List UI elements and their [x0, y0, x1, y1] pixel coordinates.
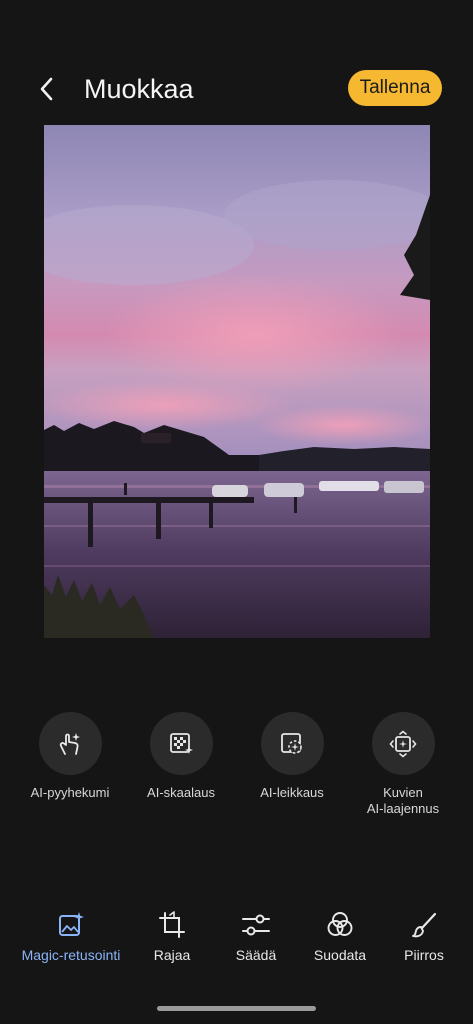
- tool-ai-expand[interactable]: Kuvien AI-laajennus: [348, 712, 458, 817]
- home-indicator[interactable]: [157, 1006, 316, 1011]
- page-title: Muokkaa: [84, 74, 194, 104]
- filter-icon: [327, 912, 353, 936]
- tool-ai-upscale-label: AI-skaalaus: [147, 785, 215, 800]
- ai-eraser-icon: [59, 732, 80, 755]
- nav-crop-icon-wrap: [157, 910, 187, 940]
- ai-tools-row: AI-pyyhekumi AI-skaalaus AI-leikkaus Kuv…: [0, 712, 473, 822]
- tool-ai-eraser-circle[interactable]: [38, 712, 102, 775]
- tool-ai-upscale[interactable]: AI-skaalaus: [126, 712, 236, 801]
- nav-adjust-icon-wrap: [241, 910, 271, 940]
- nav-crop-label: Rajaa: [153, 947, 191, 963]
- nav-magic-retouch-label: Magic-retusointi: [21, 947, 121, 963]
- tool-ai-expand-label: Kuvien AI-laajennus: [366, 785, 440, 816]
- sliders-icon: [242, 914, 270, 936]
- back-button[interactable]: [30, 72, 64, 106]
- ai-cutout-icon: [281, 732, 302, 754]
- nav-adjust-label: Säädä: [235, 947, 277, 963]
- ai-upscale-icon: [170, 732, 193, 754]
- tool-ai-upscale-circle[interactable]: [149, 712, 213, 775]
- top-bar: Muokkaa Tallenna: [0, 60, 473, 118]
- bottom-nav: Magic-retusointi Rajaa Säädä Suodata Pii…: [0, 910, 473, 970]
- nav-draw-icon-wrap: [409, 910, 439, 940]
- nav-filter-icon-wrap: [325, 910, 355, 940]
- nav-magic-retouch-icon-wrap: [56, 910, 86, 940]
- tool-ai-cutout-label: AI-leikkaus: [260, 785, 324, 800]
- nav-draw-label: Piirros: [404, 947, 444, 963]
- nav-draw[interactable]: Piirros: [400, 910, 448, 964]
- nav-filter-label: Suodata: [313, 947, 367, 963]
- magic-image-icon: [59, 912, 84, 936]
- nav-magic-retouch[interactable]: Magic-retusointi: [18, 910, 124, 964]
- nav-adjust[interactable]: Säädä: [230, 910, 282, 964]
- tool-ai-cutout-circle[interactable]: [260, 712, 324, 775]
- nav-crop[interactable]: Rajaa: [148, 910, 196, 964]
- photo-preview[interactable]: [44, 125, 430, 638]
- nav-filter[interactable]: Suodata: [312, 910, 368, 964]
- chevron-left-icon: [40, 77, 53, 101]
- ai-expand-icon: [389, 729, 417, 758]
- tool-ai-expand-circle[interactable]: [371, 712, 435, 775]
- tool-ai-eraser[interactable]: AI-pyyhekumi: [15, 712, 125, 801]
- tool-ai-eraser-label: AI-pyyhekumi: [30, 785, 110, 800]
- save-button[interactable]: Tallenna: [348, 70, 442, 106]
- brush-icon: [412, 912, 437, 938]
- tool-ai-cutout[interactable]: AI-leikkaus: [237, 712, 347, 801]
- crop-icon: [159, 911, 185, 938]
- sunset-lake-photo: [44, 125, 430, 638]
